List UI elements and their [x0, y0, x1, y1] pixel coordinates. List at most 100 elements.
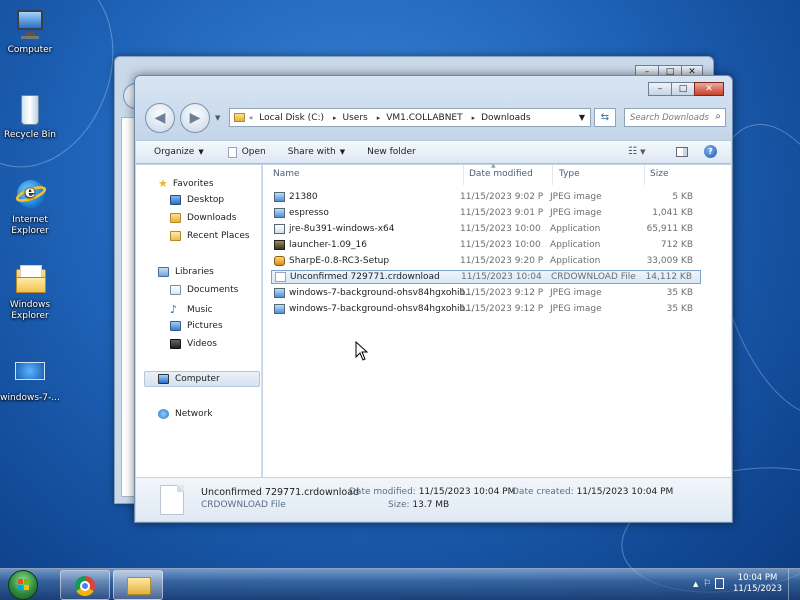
- file-row[interactable]: windows-7-background-ohsv84hgxohib... 11…: [271, 286, 701, 300]
- file-row-selected[interactable]: Unconfirmed 729771.crdownload 11/15/2023…: [271, 270, 701, 284]
- breadcrumb-chevron-icon[interactable]: ▸: [472, 114, 476, 122]
- file-row[interactable]: launcher-1.09_16 11/15/2023 10:00 ... Ap…: [271, 238, 701, 252]
- file-row[interactable]: 21380 11/15/2023 9:02 PM JPEG image 5 KB: [271, 190, 701, 204]
- document-icon: [227, 146, 237, 158]
- image-file-icon: [13, 356, 47, 390]
- new-folder-button[interactable]: New folder: [367, 147, 416, 157]
- minimize-icon: –: [657, 84, 663, 94]
- taskbar-chrome-button[interactable]: [60, 570, 110, 600]
- column-header-size[interactable]: Size: [650, 169, 668, 179]
- nav-music[interactable]: ♪ Music: [170, 303, 213, 316]
- address-dropdown-icon[interactable]: ▼: [579, 113, 585, 122]
- address-bar[interactable]: « Local Disk (C:) ▸ Users ▸ VM1.COLLABNE…: [229, 108, 591, 127]
- maximize-button[interactable]: □: [671, 82, 695, 96]
- desktop-icon-label: windows-7-...: [0, 393, 60, 403]
- desktop-icon-windows-explorer[interactable]: Windows Explorer: [0, 263, 60, 322]
- nav-label: Favorites: [172, 178, 214, 189]
- action-center-icon[interactable]: ⚐: [703, 579, 711, 589]
- explorer-window[interactable]: – □ ✕ ◀ ▶ ▼ « Local Disk (C:) ▸ Users ▸ …: [134, 75, 733, 523]
- desktop-icon-internet-explorer[interactable]: e Internet Explorer: [0, 178, 60, 237]
- image-icon: [274, 288, 285, 298]
- file-row[interactable]: SharpE-0.8-RC3-Setup 11/15/2023 9:20 PM …: [271, 254, 701, 268]
- nav-label: Pictures: [187, 321, 223, 331]
- breadcrumb-local-disk[interactable]: Local Disk (C:): [259, 113, 324, 123]
- column-header-name[interactable]: Name: [273, 169, 300, 179]
- videos-icon: [170, 339, 181, 349]
- recent-pages-dropdown[interactable]: ▼: [215, 114, 220, 122]
- back-button[interactable]: ◀: [145, 103, 175, 133]
- close-button[interactable]: ✕: [694, 82, 724, 96]
- nav-libraries[interactable]: Libraries: [158, 267, 214, 277]
- nav-documents[interactable]: Documents: [170, 285, 238, 295]
- nav-network[interactable]: Network: [158, 409, 213, 419]
- refresh-icon: ⇆: [600, 112, 610, 123]
- help-button[interactable]: ?: [704, 145, 717, 158]
- star-icon: ★: [158, 177, 168, 190]
- nav-videos[interactable]: Videos: [170, 339, 217, 349]
- file-type: JPEG image: [550, 304, 602, 314]
- organize-button[interactable]: Organize ▼: [154, 147, 204, 157]
- breadcrumb-vm1-collabnet[interactable]: VM1.COLLABNET: [386, 113, 462, 123]
- show-desktop-button[interactable]: [788, 569, 800, 600]
- nav-label: Recent Places: [187, 231, 250, 241]
- nav-label: Documents: [187, 285, 239, 295]
- network-status-icon[interactable]: [715, 578, 724, 589]
- breadcrumb-users[interactable]: Users: [343, 113, 368, 123]
- refresh-button[interactable]: ⇆: [594, 108, 616, 127]
- file-row[interactable]: jre-8u391-windows-x64 11/15/2023 10:00 .…: [271, 222, 701, 236]
- file-preview-icon: [160, 485, 184, 515]
- minimize-button[interactable]: –: [648, 82, 672, 96]
- file-row[interactable]: windows-7-background-ohsv84hgxohib... 11…: [271, 302, 701, 316]
- desktop-icon-recycle-bin[interactable]: Recycle Bin: [0, 93, 60, 141]
- file-name: launcher-1.09_16: [289, 240, 367, 250]
- taskbar-explorer-button[interactable]: [113, 570, 163, 600]
- nav-desktop[interactable]: Desktop: [170, 195, 224, 205]
- breadcrumb-downloads[interactable]: Downloads: [481, 113, 530, 123]
- change-view-button[interactable]: ☷ ▼: [628, 146, 646, 157]
- nav-recent-places[interactable]: Recent Places: [170, 231, 250, 241]
- file-type: Application: [550, 240, 601, 250]
- organize-label: Organize: [154, 147, 195, 157]
- nav-favorites[interactable]: ★ Favorites: [158, 177, 214, 190]
- app-icon: [274, 240, 285, 250]
- column-header-type[interactable]: Type: [559, 169, 580, 179]
- details-filename: Unconfirmed 729771.crdownload: [201, 487, 360, 498]
- open-button[interactable]: Open: [227, 146, 266, 158]
- desktop-icon-computer[interactable]: Computer: [0, 8, 60, 56]
- file-date: 11/15/2023 9:12 PM: [460, 288, 544, 298]
- file-size: 1,041 KB: [652, 208, 693, 218]
- setup-icon: [274, 256, 285, 266]
- file-date: 11/15/2023 9:12 PM: [460, 304, 544, 314]
- breadcrumb-chevron-icon[interactable]: ▸: [377, 114, 381, 122]
- windows-logo-icon: [18, 579, 30, 591]
- chrome-icon: [75, 576, 95, 596]
- music-icon: ♪: [170, 303, 178, 316]
- file-name: windows-7-background-ohsv84hgxohib...: [289, 304, 473, 314]
- file-size: 33,009 KB: [646, 256, 693, 266]
- search-input[interactable]: Search Downloads ⌕: [624, 108, 726, 127]
- nav-downloads[interactable]: Downloads: [170, 213, 236, 223]
- nav-pictures[interactable]: Pictures: [170, 321, 223, 331]
- desktop-icon-label: Computer: [7, 45, 53, 55]
- nav-label: Downloads: [187, 213, 237, 223]
- file-row[interactable]: espresso 11/15/2023 9:01 PM JPEG image 1…: [271, 206, 701, 220]
- desktop-icon: [170, 195, 181, 205]
- column-header-date-modified[interactable]: Date modified: [469, 169, 533, 179]
- pictures-icon: [170, 321, 181, 331]
- share-with-button[interactable]: Share with ▼: [288, 147, 345, 157]
- start-button[interactable]: [8, 570, 38, 600]
- nav-computer[interactable]: Computer: [144, 371, 260, 387]
- file-type: Application: [550, 256, 601, 266]
- documents-icon: [170, 285, 181, 295]
- forward-button[interactable]: ▶: [180, 103, 210, 133]
- clock[interactable]: 10:04 PM 11/15/2023: [733, 573, 782, 595]
- preview-pane-button[interactable]: [676, 147, 688, 157]
- desktop-icon-windows-7-image[interactable]: windows-7-...: [0, 356, 60, 404]
- file-date: 11/15/2023 10:00 ...: [460, 240, 544, 250]
- mouse-cursor-icon: [355, 341, 369, 361]
- help-icon: ?: [708, 147, 713, 156]
- internet-explorer-icon: e: [13, 178, 49, 212]
- file-size: 65,911 KB: [646, 224, 693, 234]
- show-hidden-icons-button[interactable]: ▲: [693, 580, 698, 588]
- breadcrumb-chevron-icon[interactable]: ▸: [333, 114, 337, 122]
